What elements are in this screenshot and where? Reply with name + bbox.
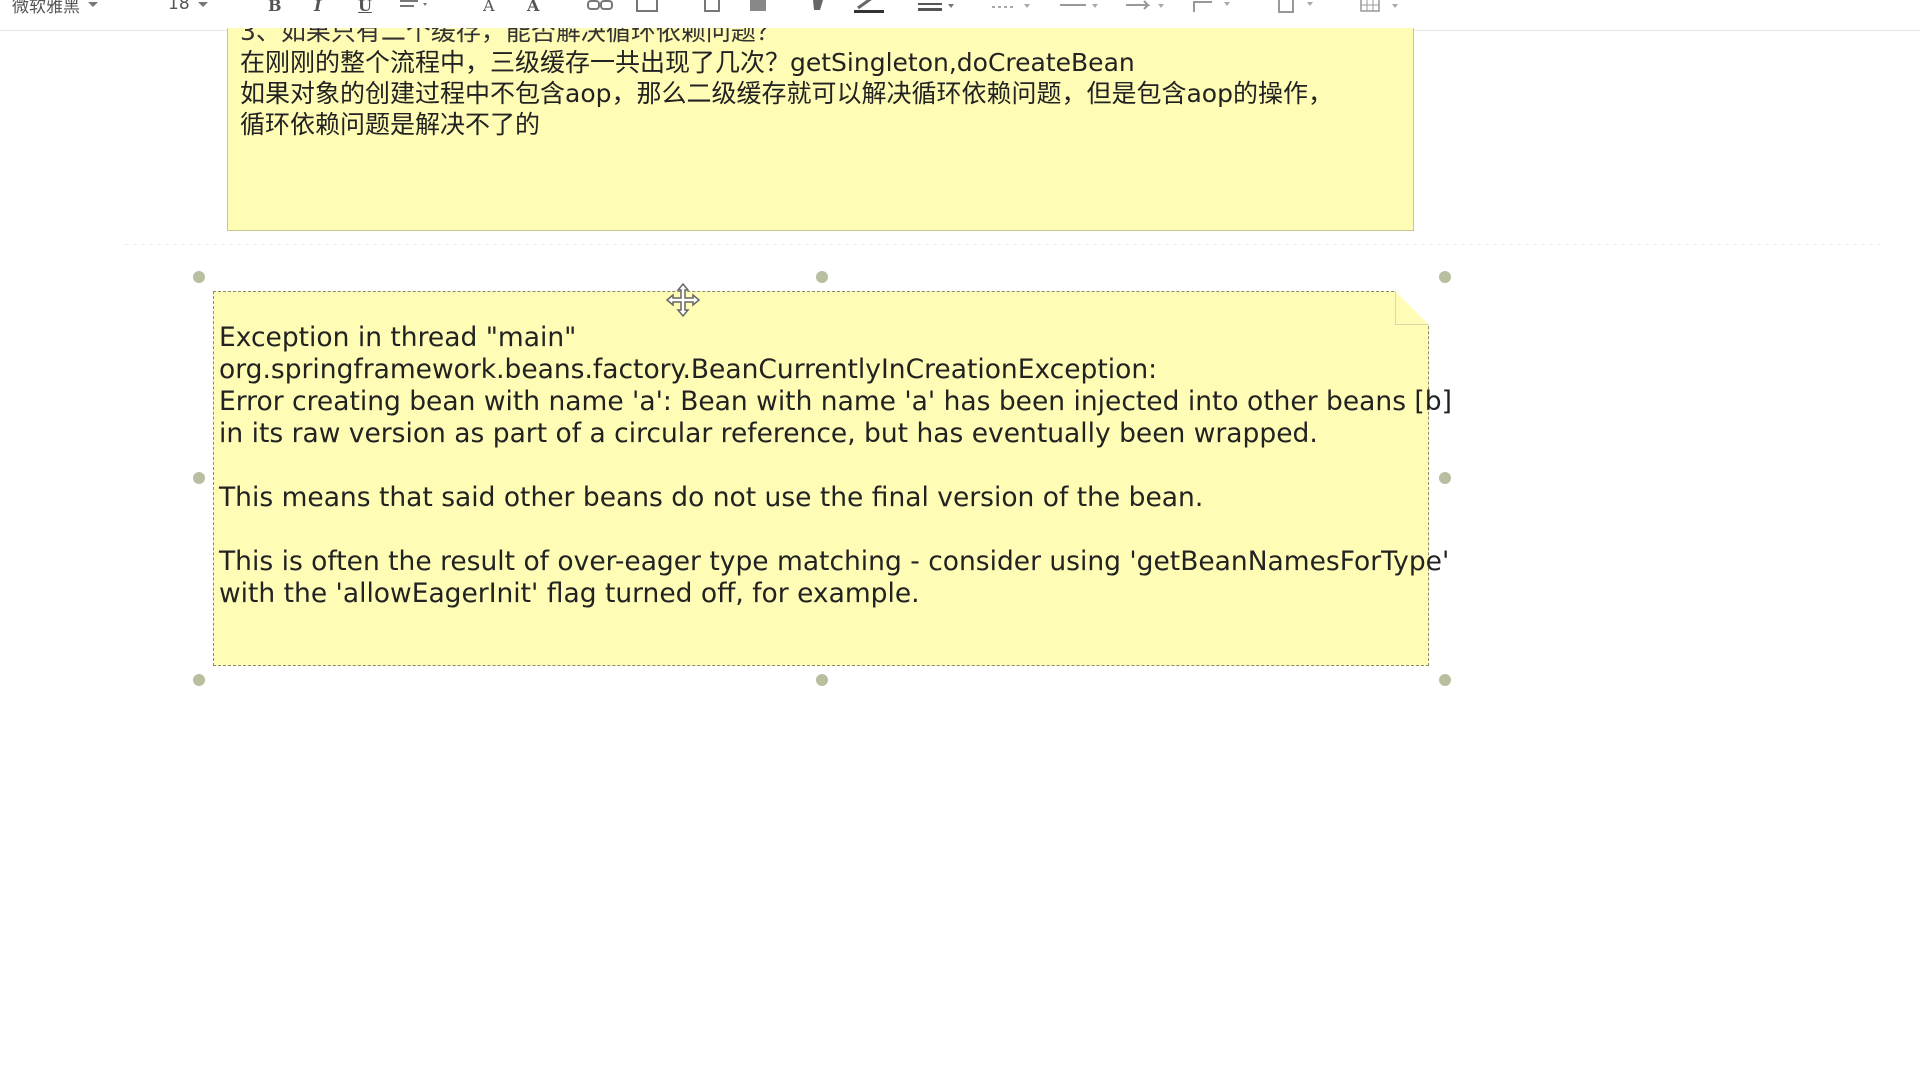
font-color-icon[interactable]: A (483, 0, 495, 15)
resize-handle-bottom-left[interactable] (193, 674, 205, 686)
copy-format-icon[interactable] (702, 0, 722, 14)
note-line: 如果对象的创建过程中不包含aop，那么二级缓存就可以解决循环依赖问题，但是包含a… (240, 79, 1333, 108)
pen-icon[interactable] (852, 0, 886, 14)
exception-line: This means that said other beans do not … (219, 482, 1204, 513)
table-icon[interactable] (1360, 0, 1404, 14)
resize-handle-bottom-right[interactable] (1439, 674, 1451, 686)
exception-line: in its raw version as part of a circular… (219, 418, 1318, 449)
dash-style-icon[interactable] (992, 0, 1036, 14)
note-line: 3、如果只有二个缓存，能否解决循环依赖问题？ (240, 28, 781, 46)
highlight-icon[interactable]: A (527, 0, 539, 15)
resize-handle-bottom[interactable] (816, 674, 828, 686)
sticky-note-top[interactable]: 3、如果只有二个缓存，能否解决循环依赖问题？ 在刚刚的整个流程中，三级缓存一共出… (227, 28, 1414, 231)
underline-icon[interactable]: U (358, 0, 372, 15)
line-style-icon[interactable] (918, 0, 960, 14)
exception-line: with the 'allowEagerInit' flag turned of… (219, 578, 920, 609)
connector-icon[interactable] (1192, 0, 1236, 14)
exception-line: This is often the result of over-eager t… (219, 546, 1450, 577)
font-size-value: 18 (168, 0, 190, 14)
paste-icon[interactable] (748, 0, 770, 14)
align-icon[interactable] (400, 0, 430, 14)
note-line: 在刚刚的整个流程中，三级缓存一共出现了几次？getSingleton,doCre… (240, 48, 1135, 77)
resize-handle-left[interactable] (193, 472, 205, 484)
font-family-value: 微软雅黑 (12, 0, 80, 17)
move-cursor-icon (665, 282, 701, 318)
bold-icon[interactable]: B (268, 0, 282, 15)
fill-icon[interactable] (810, 0, 832, 14)
page-dotted-guide (125, 244, 1880, 245)
resize-handle-right[interactable] (1439, 472, 1451, 484)
exception-line: Error creating bean with name 'a': Bean … (219, 386, 1452, 417)
font-family-select[interactable]: 微软雅黑 (12, 0, 98, 17)
format-toolbar: 微软雅黑 18 B I U A A (0, 0, 1920, 31)
sticky-note-selected[interactable]: Exception in thread "main" org.springfra… (213, 291, 1452, 666)
italic-icon[interactable]: I (314, 0, 321, 15)
arrange-icon[interactable] (1277, 0, 1321, 14)
resize-handle-top-right[interactable] (1439, 271, 1451, 283)
exception-line: org.springframework.beans.factory.BeanCu… (219, 354, 1158, 385)
resize-handle-top-left[interactable] (193, 271, 205, 283)
exception-line: Exception in thread "main" (219, 322, 577, 353)
chevron-down-icon (197, 1, 208, 7)
font-size-select[interactable]: 18 (168, 0, 208, 16)
arrow-style-icon[interactable] (1126, 0, 1170, 14)
line-weight-icon[interactable] (1060, 0, 1104, 14)
link-icon[interactable] (587, 0, 615, 14)
note-line: 循环依赖问题是解决不了的 (240, 110, 541, 139)
image-icon[interactable] (636, 0, 658, 14)
resize-handle-top[interactable] (816, 271, 828, 283)
chevron-down-icon (88, 1, 98, 7)
page-corner-icon (1395, 291, 1429, 325)
